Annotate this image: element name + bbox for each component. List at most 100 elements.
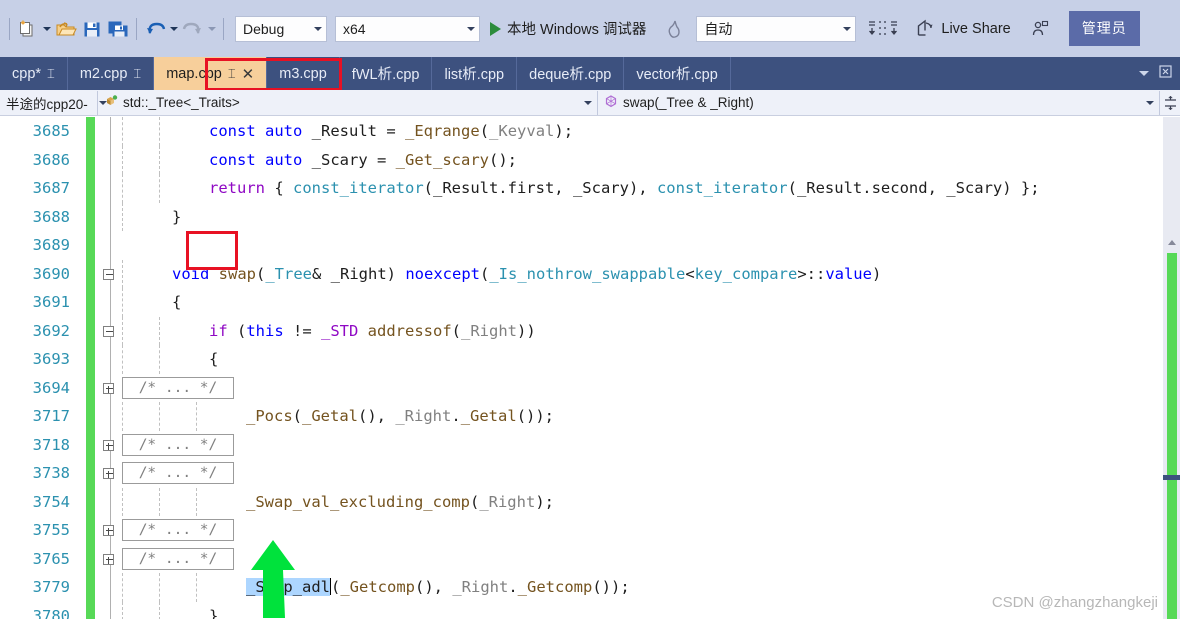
save-icon[interactable] [79,14,105,44]
expand-region-icon[interactable] [103,553,114,565]
code-line[interactable]: 3765 /* ... */ [0,545,1180,574]
step-controls-icon[interactable] [864,14,902,44]
code-token: return [209,179,265,197]
close-icon[interactable]: ✕ [242,65,255,83]
indent-guide [159,117,160,146]
member-scope-combo[interactable]: swap(_Tree & _Right) [598,90,1160,115]
code-line[interactable]: 3690 void swap(_Tree& _Right) noexcept(_I… [0,259,1180,289]
open-file-icon[interactable] [53,14,79,44]
collapsed-region-chip[interactable]: /* ... */ [122,547,234,570]
code-line[interactable]: 3688} [0,202,1180,231]
collapsed-region-chip[interactable]: /* ... */ [122,376,234,399]
code-line[interactable]: 3754 _Swap_val_excluding_comp(_Right); [0,487,1180,516]
code-token: _Eqrange [395,122,480,140]
code-line[interactable]: 3691 { [0,288,1180,317]
code-line[interactable]: 3718 /* ... */ [0,431,1180,460]
code-text: const auto _Result = _Eqrange(_Keyval); [209,117,573,146]
undo-icon[interactable] [142,14,168,44]
code-token: swap [218,264,256,283]
solution-platform-combo[interactable]: x64 [335,15,480,42]
code-token: _Is_nothrow_swappable [489,264,686,283]
pin-icon[interactable]: ⌶ [133,66,141,82]
debug-target-combo[interactable]: 自动 [696,15,857,42]
code-line[interactable]: 3687 return { const_iterator(_Result.firs… [0,174,1180,203]
collapse-region-icon[interactable] [103,325,114,337]
tab-list-cpp[interactable]: list析.cpp [432,57,518,90]
collapsed-region-chip[interactable]: /* ... */ [122,519,234,541]
watermark-text: CSDN @zhangzhangkeji [991,594,1158,611]
tab-m3-cpp[interactable]: m3.cpp [267,57,340,90]
redo-icon[interactable] [180,14,206,44]
code-line[interactable]: 3693 { [0,345,1180,374]
start-debug-button[interactable]: 本地 Windows 调试器 [490,18,656,39]
code-line[interactable]: 3755 /* ... */ [0,516,1180,545]
pin-icon[interactable]: ⌶ [228,66,236,82]
tab-label: deque析.cpp [529,67,612,83]
save-all-icon[interactable] [105,14,131,44]
redo-dropdown-icon[interactable] [206,15,218,43]
chevron-up-icon [1167,240,1176,245]
expand-region-icon[interactable] [103,525,114,536]
scrollbar-changes-track [1167,253,1177,619]
code-token: (), [415,578,453,596]
code-token: _Swap_val_excluding_comp [246,492,470,511]
code-token: _Right [452,578,509,596]
main-toolbar: Debug x64 本地 Windows 调试器 自动 Live Share 管… [0,0,1180,57]
code-token: ( [451,321,461,340]
close-group-icon[interactable] [1159,64,1172,83]
line-number: 3765 [32,549,70,568]
scroll-up-button[interactable] [1163,234,1180,251]
pin-icon[interactable]: ⌶ [47,66,55,82]
code-line[interactable]: 3685 const auto _Result = _Eqrange(_Keyva… [0,117,1180,146]
new-item-icon[interactable] [15,14,41,44]
vertical-scrollbar[interactable] [1163,117,1180,619]
code-token: _Getcomp [340,578,415,596]
project-scope-combo[interactable]: 半途的cpp20- [0,90,107,115]
code-line[interactable]: 3738 /* ... */ [0,459,1180,488]
live-share-label: Live Share [941,20,1011,37]
code-line[interactable]: 3686 const auto _Scary = _Get_scary(); [0,145,1180,174]
code-line[interactable]: 3689 [0,231,1180,260]
code-token: _Getal [460,407,517,425]
undo-dropdown-icon[interactable] [168,15,180,43]
new-item-dropdown-icon[interactable] [41,15,53,43]
code-token: _Right [461,321,517,340]
tab-map-cpp[interactable]: map.cpp ⌶ ✕ [154,57,268,90]
tab-vector-cpp[interactable]: vector析.cpp [624,57,731,90]
collapse-region-icon[interactable] [103,268,114,280]
expand-region-icon[interactable] [103,439,114,451]
chevron-down-icon[interactable] [1139,71,1149,76]
collapsed-region-chip[interactable]: /* ... */ [122,462,234,484]
tab-deque-cpp[interactable]: deque析.cpp [517,57,625,90]
code-token: >:: [797,264,826,283]
flame-icon[interactable] [662,14,688,44]
code-editor[interactable]: 3685 const auto _Result = _Eqrange(_Keyva… [0,117,1180,619]
code-token: const_iterator [293,179,424,197]
code-token: void [172,264,210,283]
code-line[interactable]: 3694 /* ... */ [0,374,1180,403]
tab-cpp-star[interactable]: cpp* ⌶ [0,57,68,90]
live-share-button[interactable]: Live Share [916,19,1011,38]
code-token: noexcept [405,264,480,283]
expand-region-icon[interactable] [103,382,114,394]
code-line[interactable]: 3692 if (this != _STD addressof(_Right)) [0,316,1180,345]
type-scope-combo[interactable]: std::_Tree<_Traits> [98,90,598,115]
code-token: value [825,264,872,283]
scrollbar-thumb[interactable] [1163,475,1180,480]
tab-m2-cpp[interactable]: m2.cpp ⌶ [68,57,155,90]
code-token: )) [517,321,536,340]
solution-configuration-combo[interactable]: Debug [235,15,327,42]
code-text: void swap(_Tree& _Right) noexcept(_Is_no… [172,260,881,289]
code-line[interactable]: 3717 _Pocs(_Getal(), _Right._Getal()); [0,402,1180,431]
chevron-down-icon [1146,100,1154,105]
tab-fwl-cpp[interactable]: fWL析.cpp [340,57,433,90]
collapsed-region-chip[interactable]: /* ... */ [122,433,234,456]
code-token: const_iterator [656,179,788,197]
code-text: _Swap_adl(_Getcomp(), _Right._Getcomp())… [246,573,630,602]
code-token: addressof [358,321,452,340]
expand-region-icon[interactable] [103,468,114,479]
feedback-icon[interactable] [1027,14,1053,44]
split-window-icon[interactable] [1160,95,1180,110]
